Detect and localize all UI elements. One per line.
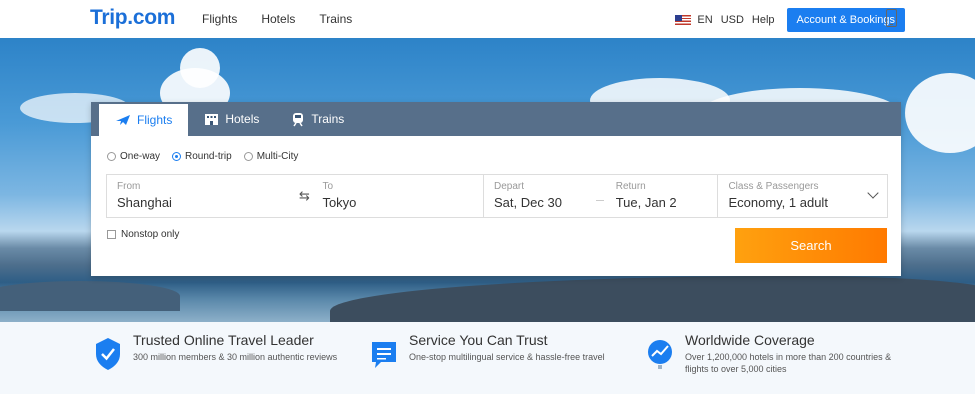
to-value: Tokyo <box>322 195 357 210</box>
header-right: EN USD Help Account & Bookings <box>675 8 905 32</box>
tab-hotels[interactable]: Hotels <box>188 102 275 136</box>
nav-hotels[interactable]: Hotels <box>261 12 295 26</box>
return-value: Tue, Jan 2 <box>615 195 677 210</box>
from-value: Shanghai <box>117 195 172 210</box>
feature-trusted: Trusted Online Travel Leader 300 million… <box>93 332 343 372</box>
top-header: Trip.com Flights Hotels Trains EN USD He… <box>0 0 975 38</box>
feature-title: Worldwide Coverage <box>685 332 815 348</box>
radio-label: One-way <box>120 151 161 162</box>
language-label: EN <box>697 14 713 26</box>
island-decoration <box>0 281 180 311</box>
nonstop-checkbox[interactable]: Nonstop only <box>107 229 179 240</box>
class-passengers-label: Class & Passengers <box>728 181 819 192</box>
cloud-decoration <box>905 73 975 153</box>
swap-arrows-icon: ⇆ <box>299 188 310 203</box>
main-nav: Flights Hotels Trains <box>202 12 352 26</box>
cloud-decoration <box>180 48 220 88</box>
from-label: From <box>117 181 141 192</box>
checkbox-icon <box>107 230 116 239</box>
feature-title: Trusted Online Travel Leader <box>133 332 314 348</box>
depart-field[interactable]: Depart Sat, Dec 30 <box>483 175 606 217</box>
tab-flights-label: Flights <box>137 113 173 127</box>
depart-label: Depart <box>494 181 525 192</box>
radio-label: Multi-City <box>256 151 299 162</box>
search-button[interactable]: Search <box>735 228 887 263</box>
language-selector[interactable]: EN <box>675 14 713 26</box>
feature-desc: Over 1,200,000 hotels in more than 200 c… <box>685 352 892 374</box>
trip-logo[interactable]: Trip.com <box>90 6 175 30</box>
plane-icon <box>116 115 130 125</box>
tab-flights[interactable]: Flights <box>99 104 189 136</box>
train-icon <box>293 112 304 126</box>
globe-plane-icon <box>648 340 672 369</box>
trip-type-group: One-way Round-trip Multi-City <box>107 151 298 162</box>
search-panel: Flights Hotels Trains One-way Round-trip… <box>91 102 901 276</box>
feature-service: Service You Can Trust One-stop multiling… <box>369 332 629 372</box>
to-field[interactable]: To Tokyo <box>312 175 483 217</box>
from-field[interactable]: From Shanghai <box>107 175 297 217</box>
swap-button[interactable]: ⇆ <box>297 175 313 217</box>
nonstop-label: Nonstop only <box>121 229 180 240</box>
feature-title: Service You Can Trust <box>409 332 548 348</box>
class-passengers-field[interactable]: Class & Passengers Economy, 1 adult <box>717 175 887 217</box>
features-strip: Trusted Online Travel Leader 300 million… <box>0 322 975 394</box>
chat-bubble-icon <box>372 342 396 368</box>
to-label: To <box>322 181 334 192</box>
search-tabs: Flights Hotels Trains <box>91 102 901 136</box>
shield-check-icon <box>96 338 120 370</box>
radio-one-way[interactable]: One-way <box>107 151 160 162</box>
help-link[interactable]: Help <box>752 14 775 26</box>
feature-coverage: Worldwide Coverage Over 1,200,000 hotels… <box>645 332 915 375</box>
radio-circle-icon <box>107 152 116 161</box>
tab-trains-label: Trains <box>311 112 345 126</box>
radio-multi-city[interactable]: Multi-City <box>243 151 299 162</box>
currency-selector[interactable]: USD <box>721 14 744 26</box>
depart-value: Sat, Dec 30 <box>494 195 562 210</box>
us-flag-icon <box>675 15 692 25</box>
hotel-icon <box>205 114 219 125</box>
return-label: Return <box>615 181 646 192</box>
feature-desc: One-stop multilingual service & hassle-f… <box>409 352 605 362</box>
radio-label: Round-trip <box>185 151 232 162</box>
radio-selected-icon <box>172 152 182 161</box>
nav-flights[interactable]: Flights <box>202 12 237 26</box>
mobile-app-icon[interactable] <box>886 9 897 27</box>
nav-trains[interactable]: Trains <box>319 12 352 26</box>
feature-text: Trusted Online Travel Leader 300 million… <box>133 332 337 372</box>
radio-circle-icon <box>243 152 253 161</box>
return-field[interactable]: Return Tue, Jan 2 <box>595 175 718 217</box>
tab-hotels-label: Hotels <box>225 112 260 126</box>
feature-desc: 300 million members & 30 million authent… <box>133 352 338 362</box>
feature-text: Service You Can Trust One-stop multiling… <box>409 332 605 372</box>
search-fields: From Shanghai ⇆ To Tokyo Depart Sat, Dec… <box>106 174 888 218</box>
cliff-decoration <box>330 276 975 322</box>
class-passengers-value: Economy, 1 adult <box>728 195 828 210</box>
tab-trains[interactable]: Trains <box>275 102 360 136</box>
feature-text: Worldwide Coverage Over 1,200,000 hotels… <box>685 332 915 375</box>
radio-round-trip[interactable]: Round-trip <box>172 151 232 162</box>
